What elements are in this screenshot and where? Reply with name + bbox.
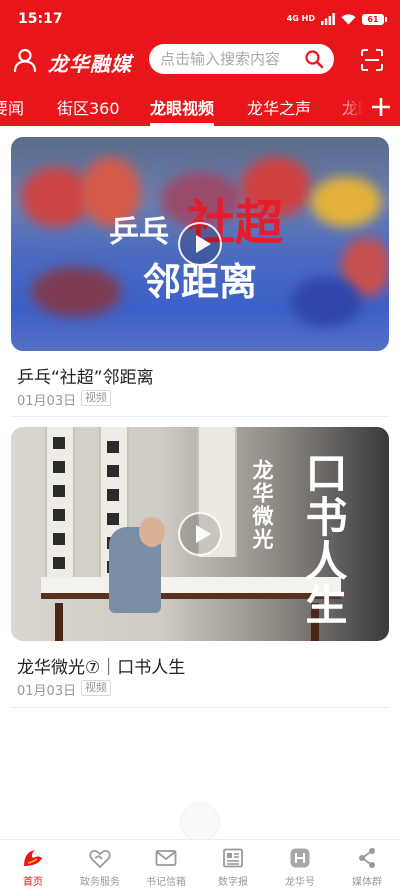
network-type-label: 4G HD (286, 14, 315, 23)
video-card[interactable]: 乒乓 社超 邻距离 乒乓“社超”邻距离 01月03日 视频 (11, 137, 389, 409)
play-button[interactable] (178, 222, 222, 266)
app-logo: 龙华融媒 (48, 52, 132, 76)
nav-label: 龙华号 (285, 877, 315, 888)
tab-jiequ360[interactable]: 街区360 (57, 95, 120, 119)
search-box[interactable] (149, 44, 334, 74)
video-thumbnail[interactable]: 龙华微光 口书人生 (11, 427, 389, 641)
nav-government-service[interactable]: 政务服务 (67, 840, 133, 889)
status-indicators: 4G HD 61 (286, 12, 387, 26)
crowd-blur (31, 267, 121, 317)
app-header: 15:17 4G HD 61 龙华融媒 点击输入搜索内容 要闻 街区360 龙眼… (0, 0, 400, 126)
nav-digital-newspaper[interactable]: 数字报 (200, 840, 266, 889)
calligraphy-strokes (53, 437, 65, 577)
wifi-icon (341, 14, 356, 25)
tab-longyan-video[interactable]: 龙眼视频 (150, 95, 214, 119)
video-tag: 视频 (81, 390, 111, 406)
nav-label: 政务服务 (80, 877, 120, 888)
tab-longhua-voice[interactable]: 龙华之声 (247, 95, 311, 119)
card-divider (11, 707, 389, 708)
floating-home-button[interactable] (182, 804, 218, 840)
nav-secretary-mailbox[interactable]: 书记信箱 (133, 840, 199, 889)
plus-icon (372, 98, 390, 116)
search-input[interactable] (149, 44, 304, 74)
person-head (139, 517, 165, 547)
scan-icon[interactable] (360, 48, 384, 72)
nav-home[interactable]: 首页 (0, 840, 66, 889)
share-nodes-icon (359, 848, 375, 868)
search-icon[interactable] (304, 49, 324, 69)
video-title[interactable]: 乒乓“社超”邻距离 (17, 363, 154, 388)
nav-label: 首页 (23, 877, 43, 888)
status-bar: 15:17 4G HD 61 (0, 0, 400, 38)
video-card[interactable]: 龙华微光 口书人生 龙华微光⑦｜口书人生 01月03日 视频 (11, 427, 389, 699)
video-thumbnail[interactable]: 乒乓 社超 邻距离 (11, 137, 389, 351)
play-button[interactable] (178, 512, 222, 556)
status-time: 15:17 (18, 11, 63, 27)
video-date: 01月03日 (17, 684, 77, 699)
crowd-blur (311, 177, 381, 227)
card-divider (11, 416, 389, 417)
table-leg (55, 603, 63, 641)
video-date: 01月03日 (17, 394, 77, 409)
signal-icon (321, 13, 335, 25)
bottom-nav: 首页 政务服务 书记信箱 数字报 龙华号 媒体群 (0, 839, 400, 889)
crowd-blur (291, 277, 361, 327)
nav-label: 书记信箱 (146, 877, 186, 888)
nav-label: 媒体群 (352, 877, 382, 888)
tab-yaowen[interactable]: 要闻 (0, 95, 24, 119)
thumbnail-text-series: 龙华微光 (250, 459, 275, 551)
channel-tabs: 要闻 街区360 龙眼视频 龙华之声 龙眼 (0, 88, 400, 126)
thumbnail-text-title: 口书人生 (299, 451, 348, 627)
nav-media-group[interactable]: 媒体群 (334, 840, 400, 889)
battery-icon: 61 (362, 13, 387, 25)
home-logo-icon (24, 850, 42, 866)
top-toolbar: 龙华融媒 (0, 38, 400, 84)
video-tag: 视频 (81, 680, 111, 696)
active-tab-indicator (150, 123, 214, 126)
mail-icon (155, 850, 177, 866)
tabs-fade (334, 88, 364, 126)
thumbnail-text-pingpong: 乒乓 (109, 215, 169, 250)
longhua-account-icon (290, 848, 310, 868)
add-channel-button[interactable] (362, 88, 400, 126)
user-profile-icon[interactable] (12, 47, 38, 73)
nav-label: 数字报 (218, 877, 248, 888)
newspaper-icon (223, 848, 243, 868)
nav-longhua-account[interactable]: 龙华号 (267, 840, 333, 889)
video-title[interactable]: 龙华微光⑦｜口书人生 (17, 653, 185, 678)
heart-service-icon (89, 849, 111, 869)
